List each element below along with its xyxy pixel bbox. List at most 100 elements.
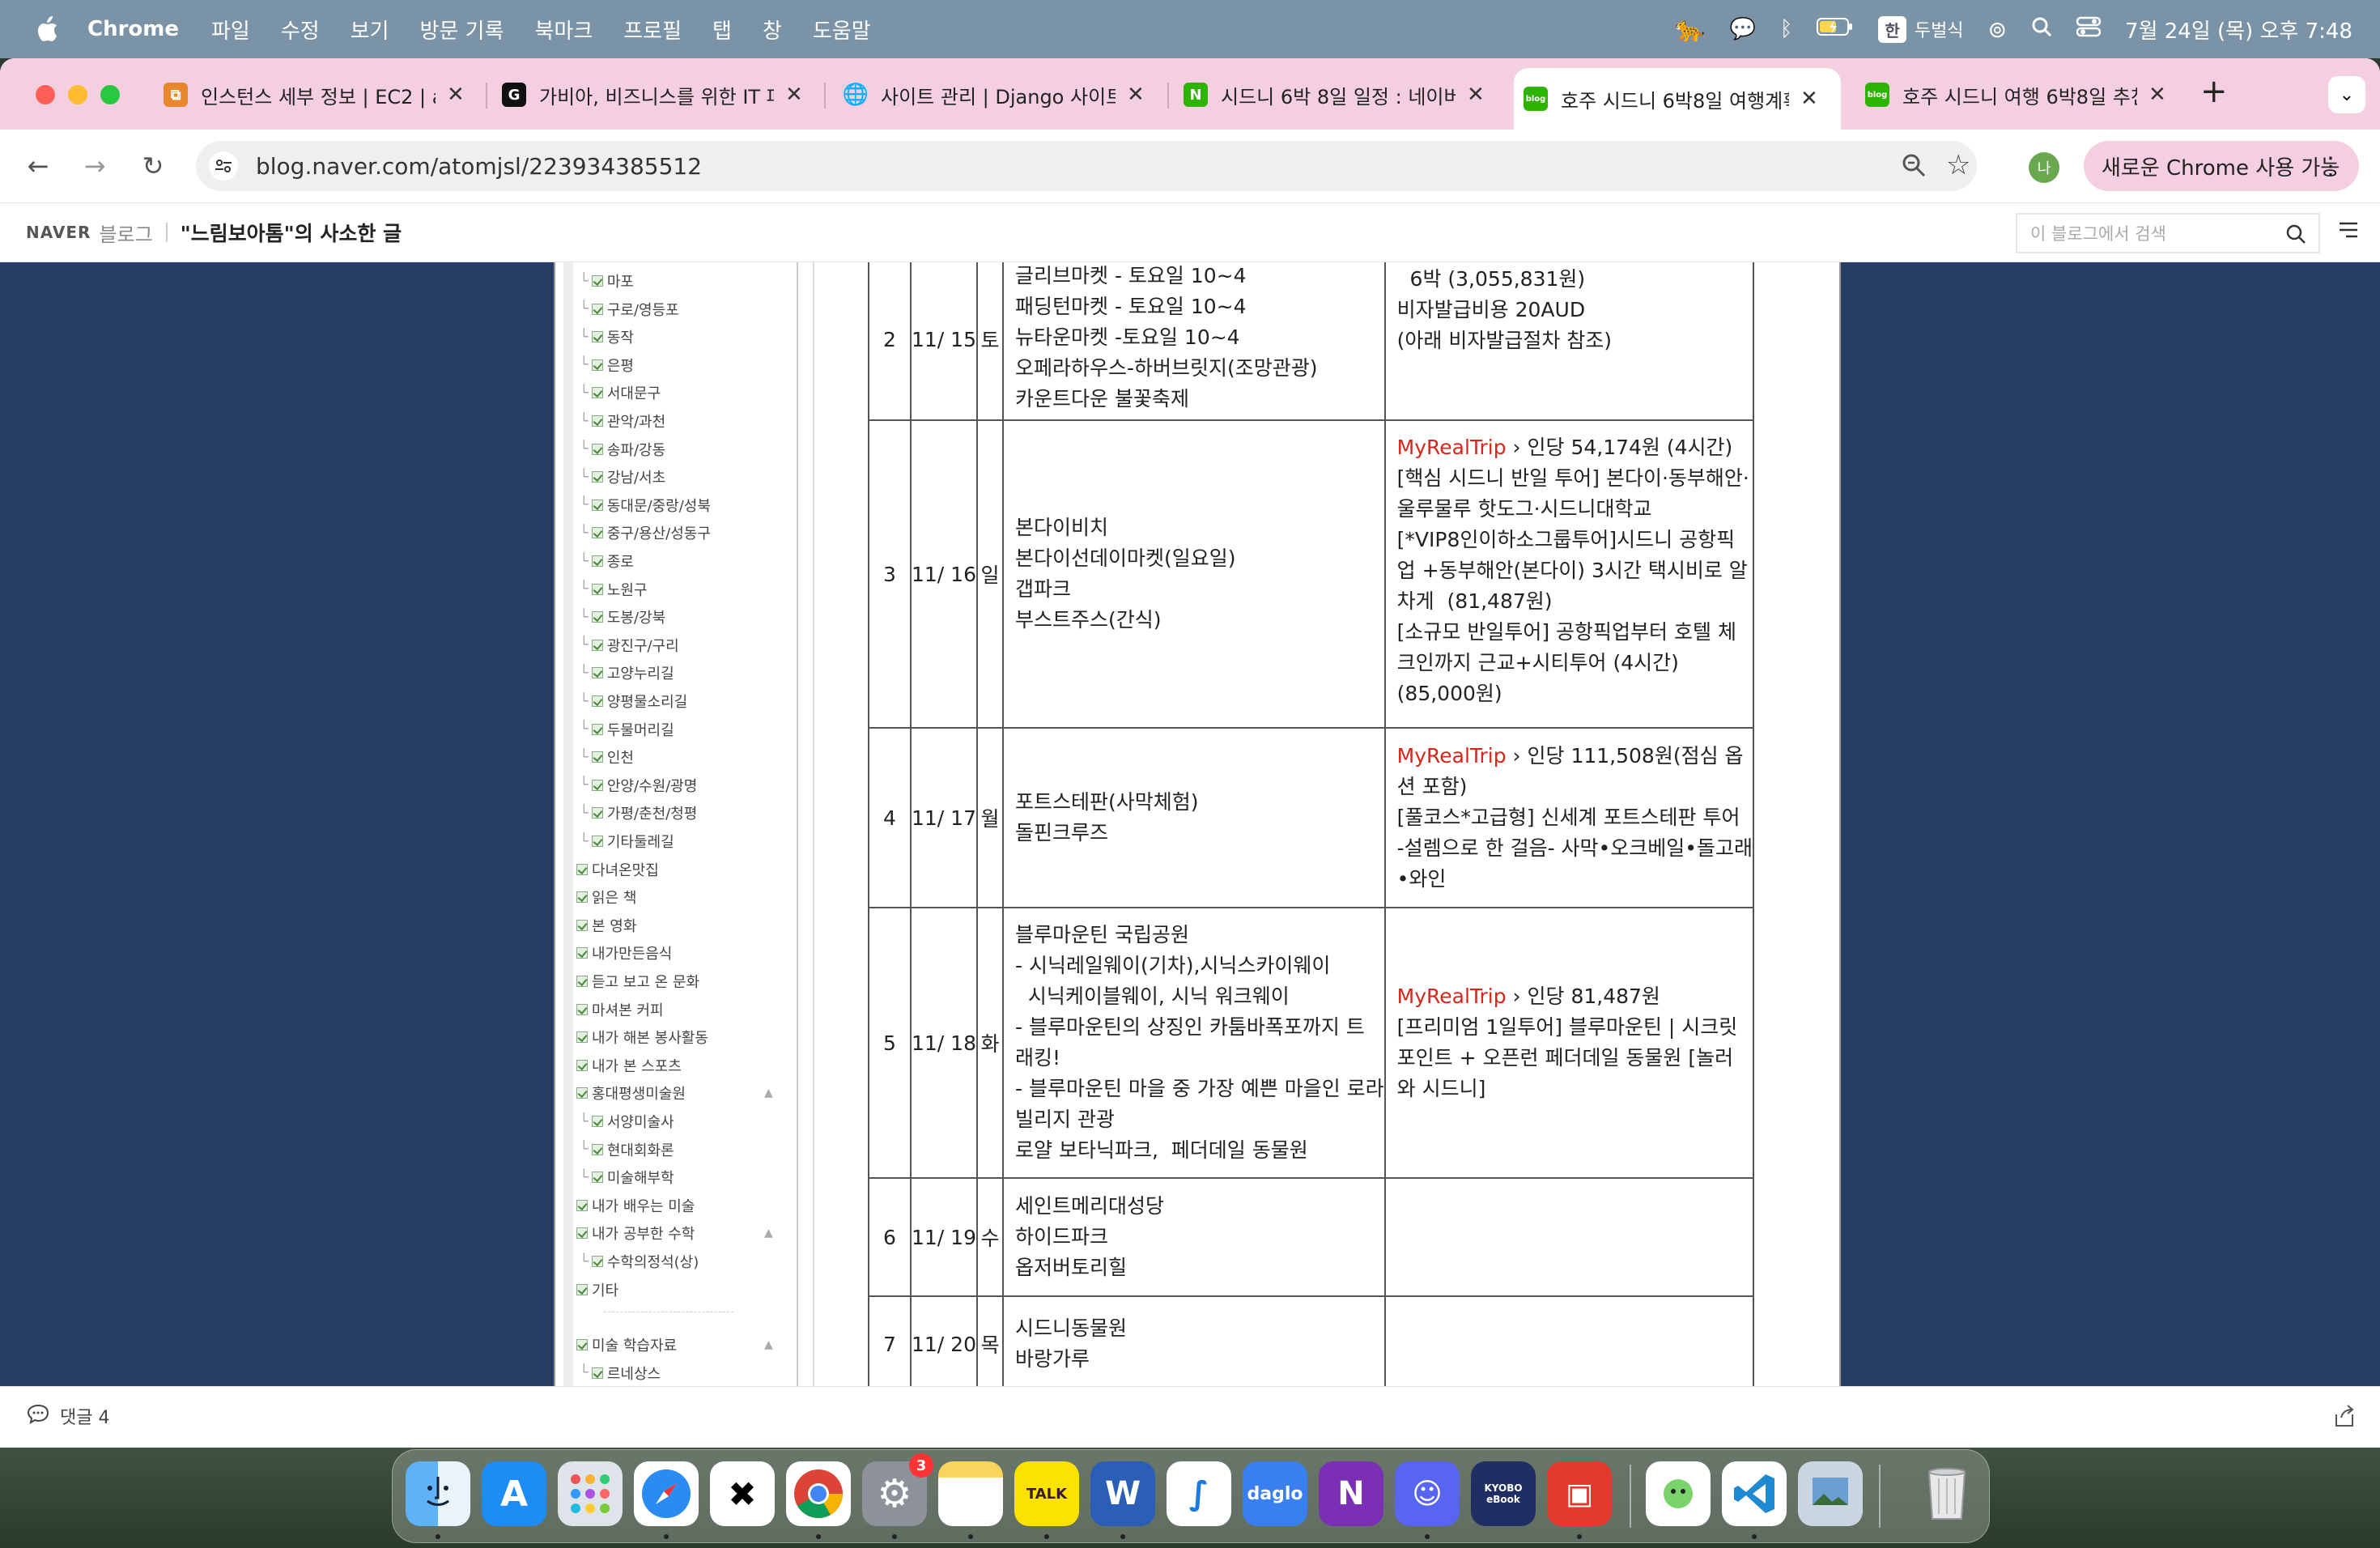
- address-bar[interactable]: blog.naver.com/atomjsl/223934385512 ☆: [196, 141, 1977, 191]
- reload-button[interactable]: ↻: [134, 147, 172, 185]
- menu-bookmarks[interactable]: 북마크: [535, 15, 593, 45]
- bluetooth-icon[interactable]: ᛒ: [1780, 17, 1793, 41]
- sidebar-category-item[interactable]: 본 영화: [576, 915, 636, 936]
- sidebar-category-item[interactable]: 마셔본 커피: [576, 999, 664, 1020]
- sidebar-category-item[interactable]: └ 르네상스: [580, 1363, 661, 1384]
- close-tab-icon[interactable]: ✕: [1467, 83, 1485, 107]
- apple-menu-icon[interactable]: [32, 15, 62, 44]
- tab-ec2[interactable]: ⧉ 인스턴스 세부 정보 | EC2 | ap ✕: [164, 66, 479, 123]
- forward-button[interactable]: →: [76, 147, 113, 185]
- tab-active-blog[interactable]: blog 호주 시드니 6박8일 여행계획 ✕: [1514, 68, 1841, 130]
- sidebar-category-item[interactable]: └ 동작: [580, 326, 634, 347]
- notes-icon[interactable]: [938, 1461, 1003, 1526]
- sidebar-category-item[interactable]: 홍대평생미술원 ▲: [576, 1082, 773, 1104]
- collapse-caret-icon[interactable]: ▲: [764, 1227, 773, 1240]
- myrealtrip-link[interactable]: MyRealTrip: [1397, 744, 1507, 768]
- sidebar-category-item[interactable]: └ 인천: [580, 746, 634, 768]
- back-button[interactable]: ←: [19, 147, 57, 185]
- vscode-icon[interactable]: [1722, 1461, 1787, 1526]
- menu-help[interactable]: 도움말: [813, 15, 871, 45]
- sidebar-category-item[interactable]: 내가만든음식: [576, 942, 672, 963]
- bookmark-star-icon[interactable]: ☆: [1946, 149, 1970, 181]
- hamburger-menu-icon[interactable]: [2336, 219, 2362, 245]
- chrome-update-button[interactable]: 새로운 Chrome 사용 가능 ⋮: [2084, 141, 2359, 191]
- sidebar-category-item[interactable]: └ 마포: [580, 270, 634, 291]
- tab-naver-search[interactable]: N 시드니 6박 8일 일정 : 네이버 ✕: [1184, 66, 1499, 123]
- battery-icon[interactable]: [1817, 17, 1854, 42]
- sidebar-category-item[interactable]: └ 구로/영등포: [580, 299, 679, 320]
- profile-avatar[interactable]: 나: [2029, 152, 2059, 183]
- onenote-icon[interactable]: N: [1319, 1461, 1383, 1526]
- sidebar-category-item[interactable]: └ 안양/수원/광명: [580, 775, 697, 796]
- sidebar-category-item[interactable]: 다녀온맛집: [576, 859, 659, 880]
- sidebar-category-item[interactable]: └ 은평: [580, 355, 634, 376]
- site-info-icon[interactable]: [209, 151, 238, 181]
- menu-history[interactable]: 방문 기록: [420, 15, 504, 45]
- runcat-icon[interactable]: 🐆: [1675, 15, 1705, 44]
- menu-file[interactable]: 파일: [211, 15, 250, 45]
- close-window-button[interactable]: [36, 85, 55, 104]
- launchpad-icon[interactable]: [558, 1461, 623, 1526]
- menu-view[interactable]: 보기: [351, 15, 389, 45]
- tasks-icon[interactable]: [1646, 1461, 1711, 1526]
- word-icon[interactable]: W: [1090, 1461, 1155, 1526]
- sidebar-category-item[interactable]: └ 관악/과천: [580, 410, 665, 432]
- app-store-icon[interactable]: A: [482, 1461, 546, 1526]
- zoom-icon[interactable]: [1901, 152, 1927, 181]
- myrealtrip-link[interactable]: MyRealTrip: [1397, 436, 1507, 459]
- screen-share-icon[interactable]: ⊚: [1988, 16, 2007, 43]
- system-settings-icon[interactable]: ⚙ 3: [862, 1453, 933, 1526]
- sidebar-category-item[interactable]: └ 가평/춘천/청평: [580, 802, 697, 823]
- tab-gabia[interactable]: G 가비아, 비즈니스를 위한 IT 파 ✕: [502, 66, 818, 123]
- blog-title[interactable]: "느림보아톰"의 사소한 글: [181, 218, 402, 247]
- app-menu-chrome[interactable]: Chrome: [87, 17, 179, 41]
- naver-logo[interactable]: NAVER: [26, 223, 91, 242]
- daglo-icon[interactable]: daglo: [1243, 1461, 1307, 1526]
- myrealtrip-link[interactable]: MyRealTrip: [1397, 985, 1507, 1008]
- zoom-window-button[interactable]: [100, 85, 120, 104]
- sidebar-category-item[interactable]: └ 중구/용산/성동구: [580, 522, 711, 543]
- sidebar-category-item[interactable]: └ 서양미술사: [580, 1111, 674, 1132]
- tab-django[interactable]: 🌐 사이트 관리 | Django 사이트 ✕: [843, 66, 1159, 123]
- sidebar-category-item[interactable]: 내가 공부한 수학 ▲: [576, 1223, 773, 1244]
- sidebar-category-item[interactable]: └ 서대문구: [580, 382, 661, 403]
- sidebar-category-item[interactable]: └ 수학의정석(상): [580, 1251, 699, 1272]
- collapse-caret-icon[interactable]: ▲: [764, 1338, 773, 1351]
- finder-icon[interactable]: [406, 1461, 470, 1526]
- sidebar-category-item[interactable]: └ 현대회화론: [580, 1139, 674, 1160]
- comment-icon[interactable]: [26, 1403, 50, 1429]
- photo-booth-icon[interactable]: ▣: [1547, 1461, 1612, 1526]
- preview-icon[interactable]: [1798, 1461, 1863, 1526]
- kakaotalk-icon[interactable]: TALK: [1014, 1461, 1079, 1526]
- trash-icon[interactable]: [1915, 1461, 1979, 1526]
- menu-profiles[interactable]: 프로필: [623, 15, 682, 45]
- sidebar-category-item[interactable]: └ 고양누리길: [580, 662, 674, 683]
- sidebar-category-item[interactable]: └ 도봉/강북: [580, 606, 665, 627]
- spotlight-icon[interactable]: [2031, 16, 2052, 43]
- sidebar-category-item[interactable]: 읽은 책: [576, 887, 636, 908]
- menu-tab[interactable]: 탭: [712, 15, 732, 45]
- close-tab-icon[interactable]: ✕: [785, 83, 803, 107]
- sidebar-category-item[interactable]: └ 동대문/중랑/성북: [580, 495, 711, 516]
- capcut-icon[interactable]: ✖: [710, 1461, 775, 1526]
- close-tab-icon[interactable]: ✕: [2148, 83, 2166, 107]
- sidebar-category-item[interactable]: └ 노원구: [580, 579, 648, 600]
- kyobo-ebook-icon[interactable]: KYOBO eBook: [1471, 1461, 1536, 1526]
- sidebar-category-item[interactable]: └ 광진구/구리: [580, 635, 679, 656]
- sidebar-category-item[interactable]: 기타: [576, 1279, 618, 1300]
- freeform-icon[interactable]: ∫: [1167, 1461, 1231, 1526]
- share-icon[interactable]: [2331, 1403, 2357, 1432]
- control-center-icon[interactable]: [2076, 16, 2102, 43]
- sidebar-category-item[interactable]: └ 송파/강동: [580, 439, 665, 460]
- input-source[interactable]: 한 두벌식: [1878, 15, 1964, 43]
- sidebar-category-item[interactable]: 내가 해본 봉사활동: [576, 1027, 708, 1048]
- chrome-icon[interactable]: [786, 1461, 851, 1526]
- comment-count[interactable]: 댓글 4: [60, 1403, 109, 1429]
- sidebar-category-item[interactable]: └ 양평물소리길: [580, 691, 687, 712]
- clock[interactable]: 7월 24일 (목) 오후 7:48: [2125, 15, 2352, 45]
- blog-label[interactable]: 블로그: [99, 219, 152, 247]
- menu-window[interactable]: 창: [763, 15, 782, 45]
- tab-search-button[interactable]: ⌄: [2328, 76, 2365, 113]
- sidebar-category-item[interactable]: └ 강남/서초: [580, 466, 665, 487]
- messages-icon[interactable]: 💬: [1729, 17, 1755, 41]
